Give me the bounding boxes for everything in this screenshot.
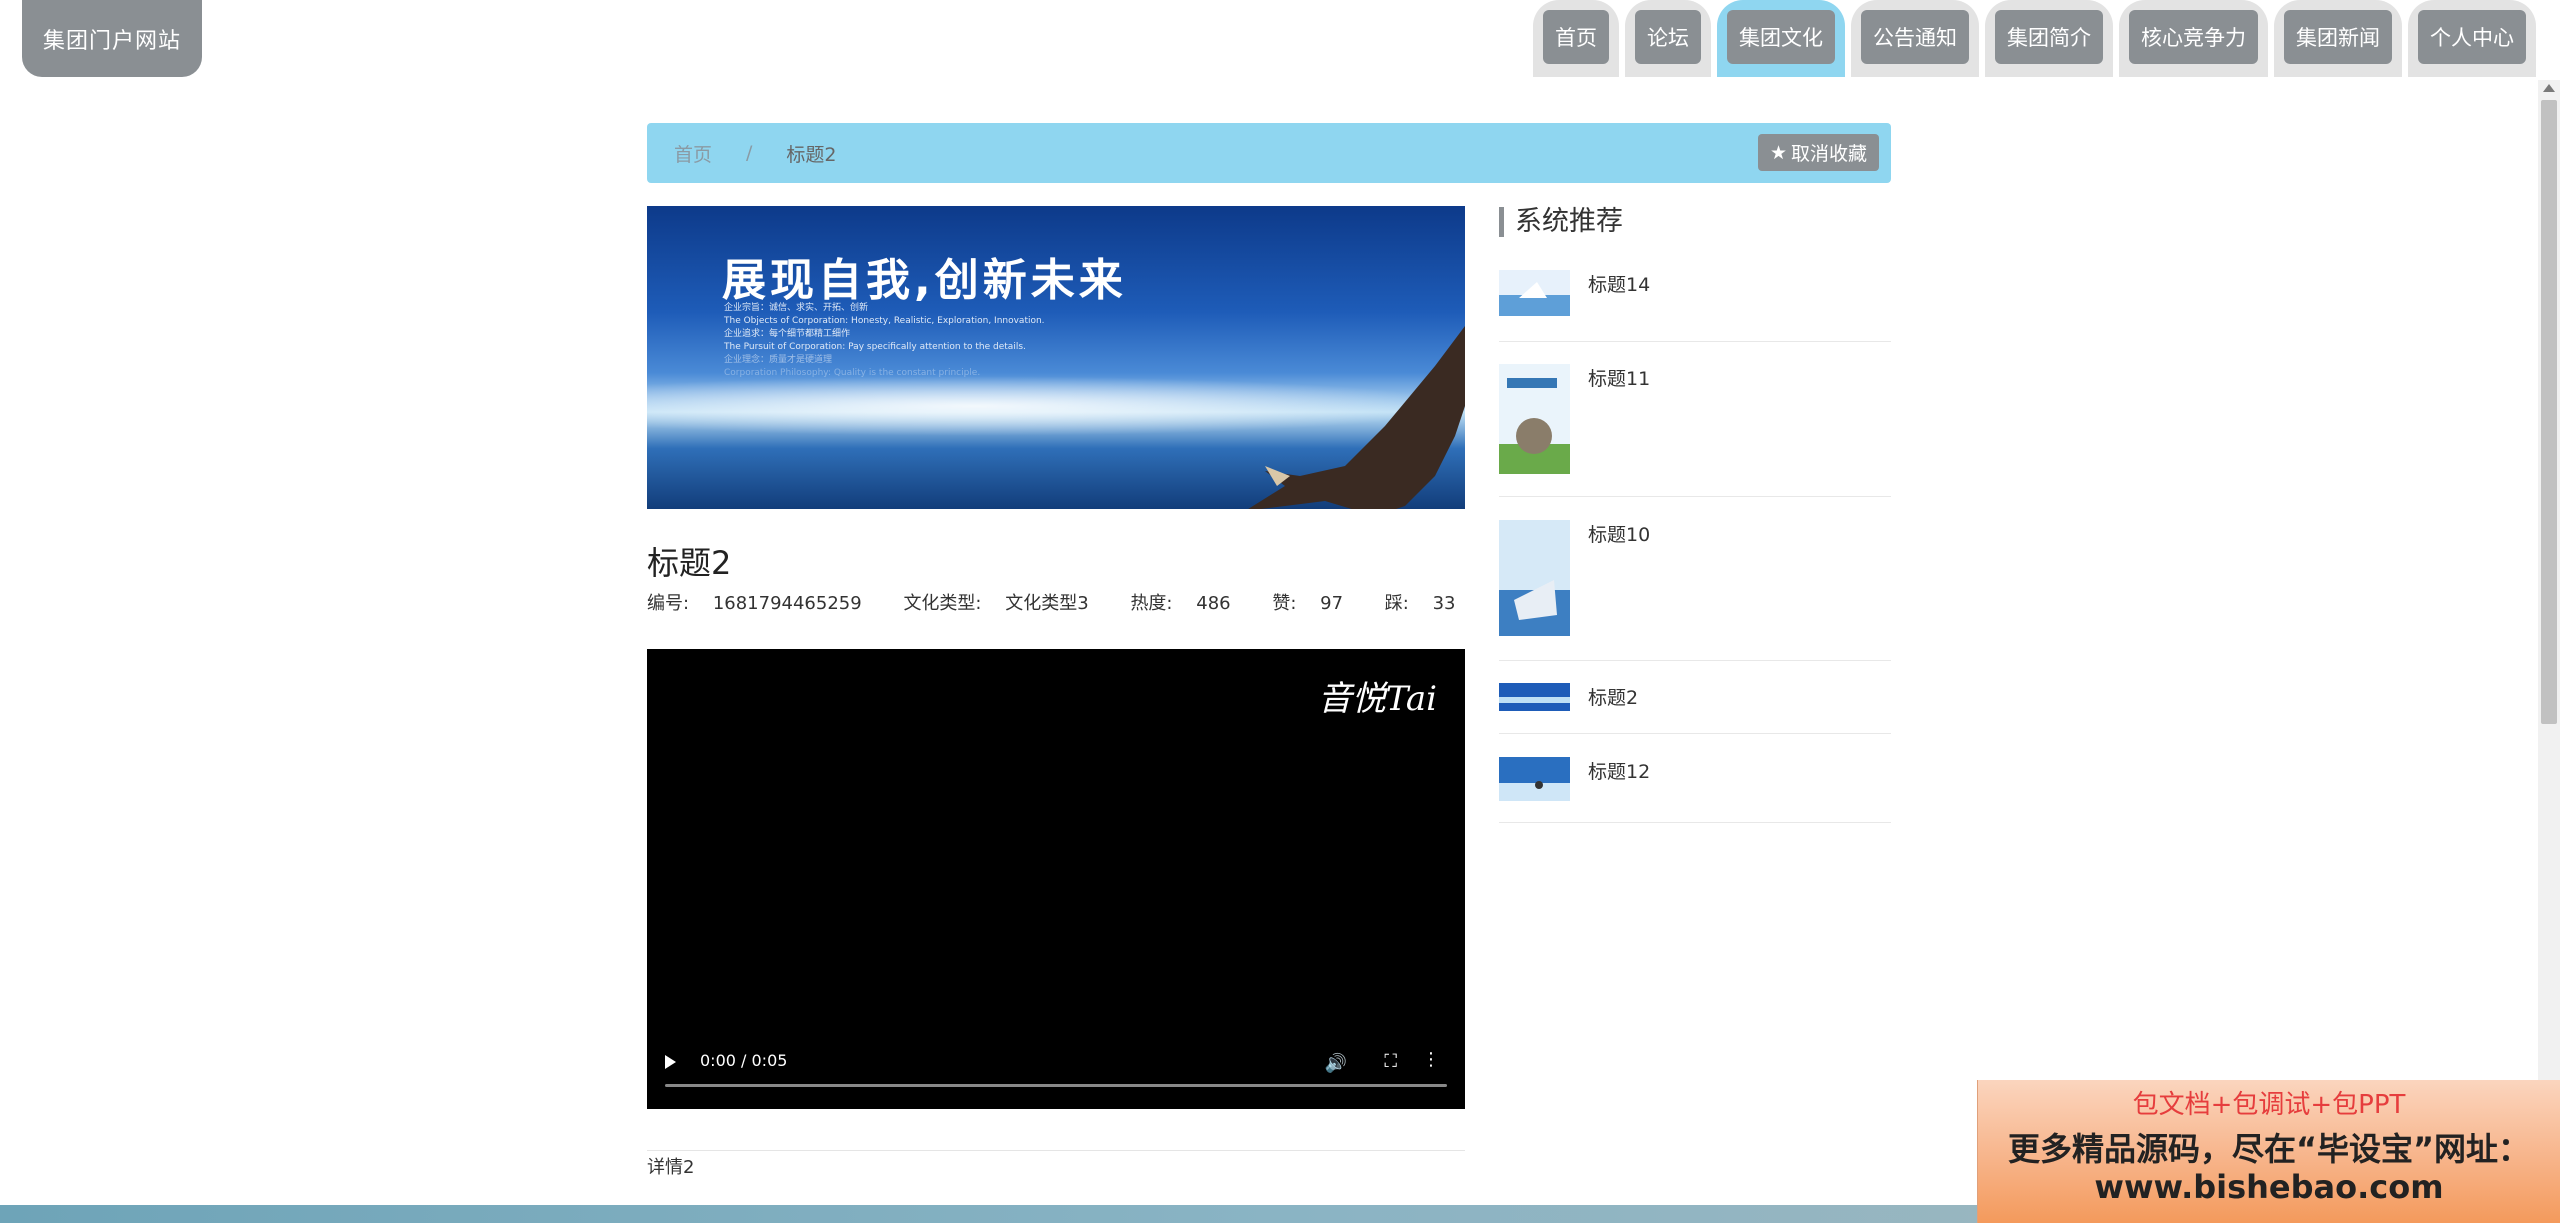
- promo-url[interactable]: www.bishebao.com: [1978, 1168, 2560, 1206]
- banner-subtext: 企业宗旨：诚信、求实、开拓、创新 The Objects of Corporat…: [724, 302, 1144, 380]
- recommend-item[interactable]: 标题10: [1499, 520, 1891, 661]
- recommend-item-label[interactable]: 标题10: [1588, 520, 1650, 547]
- nav-notice-button[interactable]: 公告通知: [1861, 10, 1969, 64]
- fullscreen-icon[interactable]: ⛶: [1384, 1051, 1397, 1072]
- meta-type: 文化类型: 文化类型3: [903, 593, 1089, 614]
- banner-line: 企业理念：质量才是硬道理: [724, 355, 833, 365]
- recommend-thumbnail: [1499, 683, 1570, 711]
- nav-item-forum[interactable]: 论坛: [1625, 0, 1711, 77]
- recommend-thumbnail: [1499, 270, 1570, 316]
- breadcrumb: 首页 / 标题2 ★ 取消收藏: [647, 123, 1891, 183]
- video-progress-bar[interactable]: [665, 1084, 1447, 1087]
- banner-line: 企业宗旨：诚信、求实、开拓、创新: [724, 303, 869, 313]
- nav-item-core[interactable]: 核心竞争力: [2119, 0, 2268, 77]
- recommend-item[interactable]: 标题11: [1499, 364, 1891, 497]
- banner-line: The Pursuit of Corporation: Pay specific…: [724, 342, 1026, 352]
- nav-culture-button[interactable]: 集团文化: [1727, 10, 1835, 64]
- promo-line-1: 包文档+包调试+包PPT: [2132, 1090, 2406, 1120]
- banner-line: The Objects of Corporation: Honesty, Rea…: [724, 316, 1045, 326]
- recommend-item[interactable]: 标题12: [1499, 757, 1891, 823]
- video-watermark: 音悦Tai: [1317, 679, 1437, 719]
- banner-headline: 展现自我,创新未来: [722, 255, 1127, 306]
- recommend-item[interactable]: 标题2: [1499, 683, 1891, 734]
- nav-profile-button[interactable]: 个人中心: [2418, 10, 2526, 64]
- recommend-thumbnail: [1499, 364, 1570, 474]
- site-logo[interactable]: 集团门户网站: [22, 0, 202, 77]
- sidebar-title: 系统推荐: [1499, 207, 1623, 237]
- scrollbar-thumb[interactable]: [2541, 100, 2557, 724]
- nav-item-notice[interactable]: 公告通知: [1851, 0, 1979, 77]
- recommend-item-label[interactable]: 标题11: [1588, 364, 1650, 391]
- play-icon[interactable]: [665, 1055, 676, 1069]
- article-meta: 编号: 1681794465259 文化类型: 文化类型3 热度: 486 赞:…: [647, 589, 1492, 615]
- article-cover-image: 展现自我,创新未来 企业宗旨：诚信、求实、开拓、创新 The Objects o…: [647, 206, 1465, 509]
- meta-heat: 热度: 486: [1130, 593, 1231, 614]
- recommend-item-label[interactable]: 标题2: [1588, 683, 1638, 710]
- nav-home-button[interactable]: 首页: [1543, 10, 1609, 64]
- recommend-item-label[interactable]: 标题12: [1588, 757, 1650, 784]
- promo-banner[interactable]: 包文档+包调试+包PPT 更多精品源码，尽在“毕设宝”网址： www.bishe…: [1977, 1080, 2560, 1223]
- nav-news-button[interactable]: 集团新闻: [2284, 10, 2392, 64]
- nav-intro-button[interactable]: 集团简介: [1995, 10, 2103, 64]
- meta-like: 赞: 97: [1272, 593, 1344, 614]
- video-controls: 0:00 / 0:05 🔊 ⛶ ⋮: [647, 1039, 1465, 1109]
- nav-item-intro[interactable]: 集团简介: [1985, 0, 2113, 77]
- video-time: 0:00 / 0:05: [700, 1051, 788, 1070]
- article-title: 标题2: [647, 544, 732, 582]
- meta-dislike: 踩: 33: [1384, 593, 1456, 614]
- scroll-up-arrow-icon[interactable]: [2543, 84, 2555, 92]
- unfavorite-label: 取消收藏: [1790, 143, 1867, 165]
- recommend-thumbnail: [1499, 757, 1570, 801]
- more-options-icon[interactable]: ⋮: [1422, 1049, 1440, 1070]
- volume-icon[interactable]: 🔊: [1325, 1053, 1347, 1074]
- detail-divider: [647, 1150, 1465, 1151]
- banner-line: 企业追求：每个细节都精工细作: [724, 329, 851, 339]
- meta-id: 编号: 1681794465259: [647, 593, 862, 614]
- promo-line-2: 更多精品源码，尽在“毕设宝”网址：: [2007, 1130, 2531, 1168]
- recommend-item[interactable]: 标题14: [1499, 270, 1891, 342]
- main-nav: 首页 论坛 集团文化 公告通知 集团简介 核心竞争力 集团新闻 个人中心: [1533, 0, 2536, 77]
- recommend-thumbnail: [1499, 520, 1570, 636]
- video-player[interactable]: 音悦Tai 0:00 / 0:05 🔊 ⛶ ⋮: [647, 649, 1465, 1109]
- nav-core-button[interactable]: 核心竞争力: [2129, 10, 2258, 64]
- star-icon: ★: [1769, 141, 1787, 164]
- article-detail: 详情2: [647, 1157, 695, 1178]
- breadcrumb-home-link[interactable]: 首页: [674, 140, 712, 167]
- unfavorite-button[interactable]: ★ 取消收藏: [1757, 134, 1879, 171]
- eagle-graphic: [1248, 326, 1465, 509]
- breadcrumb-current: 标题2: [786, 143, 837, 166]
- banner-line: Corporation Philosophy: Quality is the c…: [724, 368, 981, 378]
- nav-item-profile[interactable]: 个人中心: [2408, 0, 2536, 77]
- breadcrumb-separator: /: [746, 142, 753, 164]
- nav-item-news[interactable]: 集团新闻: [2274, 0, 2402, 77]
- nav-forum-button[interactable]: 论坛: [1635, 10, 1701, 64]
- nav-item-culture[interactable]: 集团文化: [1717, 0, 1845, 77]
- recommend-item-label[interactable]: 标题14: [1588, 270, 1650, 297]
- nav-item-home[interactable]: 首页: [1533, 0, 1619, 77]
